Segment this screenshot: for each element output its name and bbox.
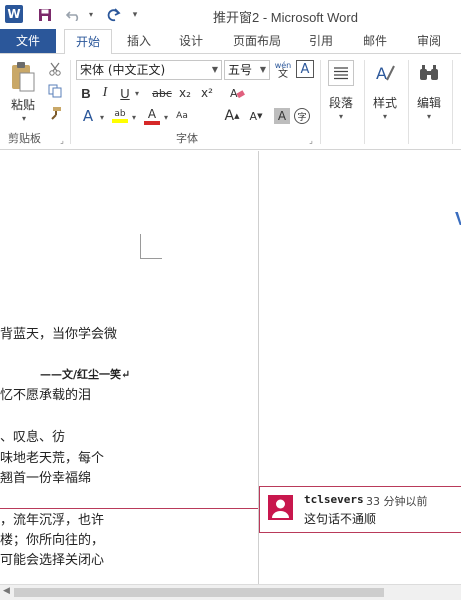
ribbon-tabs: 文件 开始 插入 设计 页面布局 引用 邮件 审阅 [0, 29, 461, 54]
tab-references[interactable]: 引用 [300, 29, 342, 53]
styles-dropdown-icon[interactable]: ▾ [379, 108, 391, 122]
comment-author: tclsevers [304, 493, 364, 506]
page-margin-mark [140, 234, 162, 259]
font-name-value: 宋体 (中文正文) [80, 63, 166, 77]
paste-icon[interactable] [8, 60, 38, 94]
italic-button[interactable]: I [98, 84, 112, 102]
document-line[interactable]: ——文/红尘一笑↵ [40, 366, 130, 382]
font-group-label: 字体 [176, 132, 198, 145]
document-line[interactable]: 、叹息、彷 [0, 426, 65, 445]
font-color-button[interactable]: A [143, 106, 161, 126]
partial-blue-glyph: V [455, 209, 461, 230]
clear-formatting-icon[interactable]: A [228, 84, 246, 102]
clipboard-launcher-icon[interactable]: ⌟ [57, 134, 67, 146]
shrink-font-button[interactable]: A ▼ [246, 106, 266, 126]
comment-anchor-line [0, 508, 258, 509]
tab-file[interactable]: 文件 [0, 29, 56, 53]
font-launcher-icon[interactable]: ⌟ [306, 134, 316, 146]
character-border-icon[interactable]: A [296, 60, 314, 78]
font-size-value: 五号 [228, 63, 253, 77]
tab-design[interactable]: 设计 [170, 29, 212, 53]
font-name-combo[interactable]: 宋体 (中文正文) ▼ [76, 60, 222, 80]
tab-home[interactable]: 开始 [64, 29, 112, 54]
clipboard-group-label: 剪贴板 [8, 132, 41, 145]
comment-time: 33 分钟以前 [366, 495, 428, 508]
phonetic-guide-icon[interactable]: wén 文 [273, 58, 293, 82]
tab-review[interactable]: 审阅 [408, 29, 450, 53]
strikethrough-button[interactable]: abc [150, 84, 174, 102]
document-area[interactable]: 背蓝天，当你学会微 ——文/红尘一笑↵ 忆不愿承载的泪 、叹息、彷 味地老天荒，… [0, 151, 461, 584]
document-line[interactable]: ，流年沉浮，也许 [0, 509, 104, 528]
document-line[interactable]: 可能会选择关闭心 [0, 549, 104, 568]
cut-icon[interactable] [46, 60, 64, 78]
document-line[interactable]: 味地老天荒，每个 [0, 447, 104, 466]
highlight-button[interactable]: ab [110, 106, 130, 126]
ribbon-home: 粘贴 ▾ 剪贴板 ⌟ 宋体 (中文正文) ▼ 五号 ▼ wén 文 A B I … [0, 53, 461, 150]
comment-balloon[interactable]: tclsevers 33 分钟以前 这句话不通顺 [259, 486, 461, 533]
character-shading-button[interactable]: A [274, 108, 290, 124]
tab-mailings[interactable]: 邮件 [354, 29, 396, 53]
scroll-left-icon[interactable]: ◀ [3, 586, 10, 596]
format-painter-icon[interactable] [46, 104, 64, 122]
svg-text:A: A [376, 64, 387, 83]
window-title: 推开窗2 - Microsoft Word [213, 10, 358, 25]
font-size-combo[interactable]: 五号 ▼ [224, 60, 270, 80]
paste-dropdown-icon[interactable]: ▾ [18, 110, 30, 124]
font-size-dropdown-icon[interactable]: ▼ [260, 61, 266, 79]
title-bar: W ▾ ▾ 推开窗2 - Microsoft Word [0, 0, 461, 29]
horizontal-scrollbar[interactable]: ◀ [0, 584, 461, 600]
superscript-button[interactable]: x² [198, 84, 216, 102]
copy-icon[interactable] [46, 82, 64, 100]
tab-page-layout[interactable]: 页面布局 [226, 29, 288, 53]
document-line[interactable]: 忆不愿承载的泪 [0, 384, 91, 403]
text-effects-button[interactable]: A [78, 106, 98, 126]
document-line[interactable]: 翘首一份幸福绵 [0, 467, 91, 486]
svg-text:A: A [230, 87, 238, 100]
underline-button[interactable]: U [118, 84, 132, 102]
document-line[interactable]: 背蓝天，当你学会微 [0, 323, 117, 342]
editing-icon[interactable] [416, 60, 442, 86]
paragraph-icon[interactable] [328, 60, 354, 86]
paragraph-dropdown-icon[interactable]: ▾ [335, 108, 347, 122]
comment-author-avatar [268, 495, 293, 520]
styles-icon[interactable]: A [372, 60, 398, 86]
grow-font-button[interactable]: A ▲ [222, 106, 242, 126]
subscript-button[interactable]: x₂ [176, 84, 194, 102]
font-name-dropdown-icon[interactable]: ▼ [212, 61, 218, 79]
highlight-dropdown-icon[interactable]: ▾ [130, 108, 138, 126]
change-case-icon[interactable]: Aa [176, 106, 188, 126]
underline-dropdown-icon[interactable]: ▾ [133, 84, 141, 102]
text-effects-dropdown-icon[interactable]: ▾ [98, 108, 106, 126]
bold-button[interactable]: B [78, 84, 94, 102]
comment-text[interactable]: 这句话不通顺 [304, 510, 376, 527]
font-color-dropdown-icon[interactable]: ▾ [162, 108, 170, 126]
scrollbar-thumb[interactable] [14, 588, 384, 597]
tab-insert[interactable]: 插入 [118, 29, 160, 53]
enclose-characters-button[interactable]: 字 [294, 108, 310, 124]
editing-dropdown-icon[interactable]: ▾ [423, 108, 435, 122]
document-line[interactable]: 楼；你所向往的， [0, 529, 104, 548]
